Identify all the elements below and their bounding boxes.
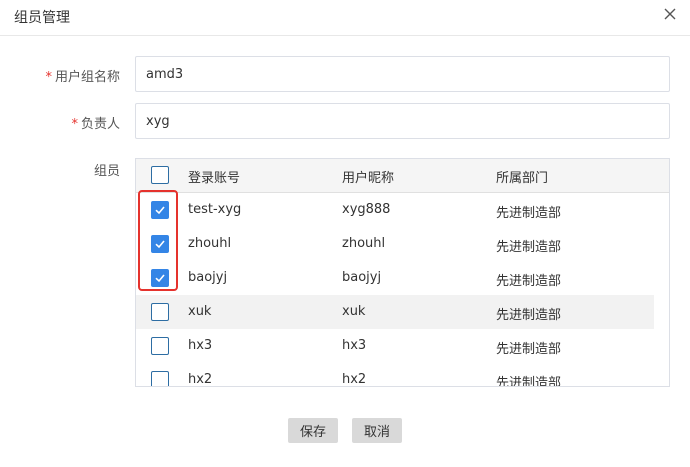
- row-nickname: zhouhl: [342, 236, 386, 251]
- row-account: baojyj: [188, 270, 228, 285]
- row-account: hx2: [188, 372, 213, 387]
- cancel-button[interactable]: 取消: [352, 418, 402, 443]
- table-row[interactable]: xuk xuk 先进制造部: [136, 295, 654, 329]
- row-nickname: baojyj: [342, 270, 382, 285]
- column-header-account: 登录账号: [188, 171, 241, 186]
- row-nickname: hx2: [342, 372, 367, 387]
- row-account: xuk: [188, 304, 212, 319]
- row-department: 先进制造部: [496, 274, 562, 289]
- row-nickname: xyg888: [342, 202, 391, 217]
- row-account: hx3: [188, 338, 213, 353]
- row-checkbox[interactable]: [151, 269, 169, 287]
- member-management-dialog: 组员管理 *用户组名称 *负责人 组员 登录账号 用户昵称 所属部门 test-…: [0, 0, 690, 467]
- close-icon[interactable]: [662, 6, 678, 22]
- dialog-title: 组员管理: [14, 10, 70, 26]
- check-icon: [155, 274, 165, 283]
- members-table: 登录账号 用户昵称 所属部门 test-xyg xyg888 先进制造部 zho…: [135, 158, 670, 387]
- check-icon: [155, 240, 165, 249]
- row-checkbox[interactable]: [151, 337, 169, 355]
- save-button[interactable]: 保存: [288, 418, 338, 443]
- row-department: 先进制造部: [496, 308, 562, 323]
- table-row[interactable]: zhouhl zhouhl 先进制造部: [136, 227, 654, 261]
- row-department: 先进制造部: [496, 240, 562, 255]
- owner-input[interactable]: [135, 103, 670, 139]
- row-account: test-xyg: [188, 202, 242, 217]
- row-checkbox[interactable]: [151, 371, 169, 386]
- group-name-input[interactable]: [135, 56, 670, 92]
- table-row[interactable]: test-xyg xyg888 先进制造部: [136, 193, 654, 227]
- dialog-header: 组员管理: [0, 0, 690, 36]
- check-icon: [155, 206, 165, 215]
- column-header-nickname: 用户昵称: [342, 171, 395, 186]
- owner-label: * 负责人: [71, 117, 120, 132]
- row-nickname: xuk: [342, 304, 366, 319]
- group-name-label: * 用户组名称: [45, 70, 120, 85]
- column-header-department: 所属部门: [496, 171, 549, 186]
- row-account: zhouhl: [188, 236, 232, 251]
- row-nickname: hx3: [342, 338, 367, 353]
- required-mark: *: [45, 70, 52, 85]
- row-department: 先进制造部: [496, 206, 562, 221]
- row-department: 先进制造部: [496, 342, 562, 357]
- select-all-checkbox[interactable]: [151, 166, 169, 184]
- table-header: 登录账号 用户昵称 所属部门: [136, 159, 669, 193]
- table-row[interactable]: hx2 hx2 先进制造部: [136, 363, 654, 387]
- members-label: 组员: [93, 164, 120, 179]
- row-checkbox[interactable]: [151, 303, 169, 321]
- required-mark: *: [71, 117, 78, 132]
- table-row[interactable]: baojyj baojyj 先进制造部: [136, 261, 654, 295]
- row-checkbox[interactable]: [151, 235, 169, 253]
- row-department: 先进制造部: [496, 376, 562, 387]
- row-checkbox[interactable]: [151, 201, 169, 219]
- table-row[interactable]: hx3 hx3 先进制造部: [136, 329, 654, 363]
